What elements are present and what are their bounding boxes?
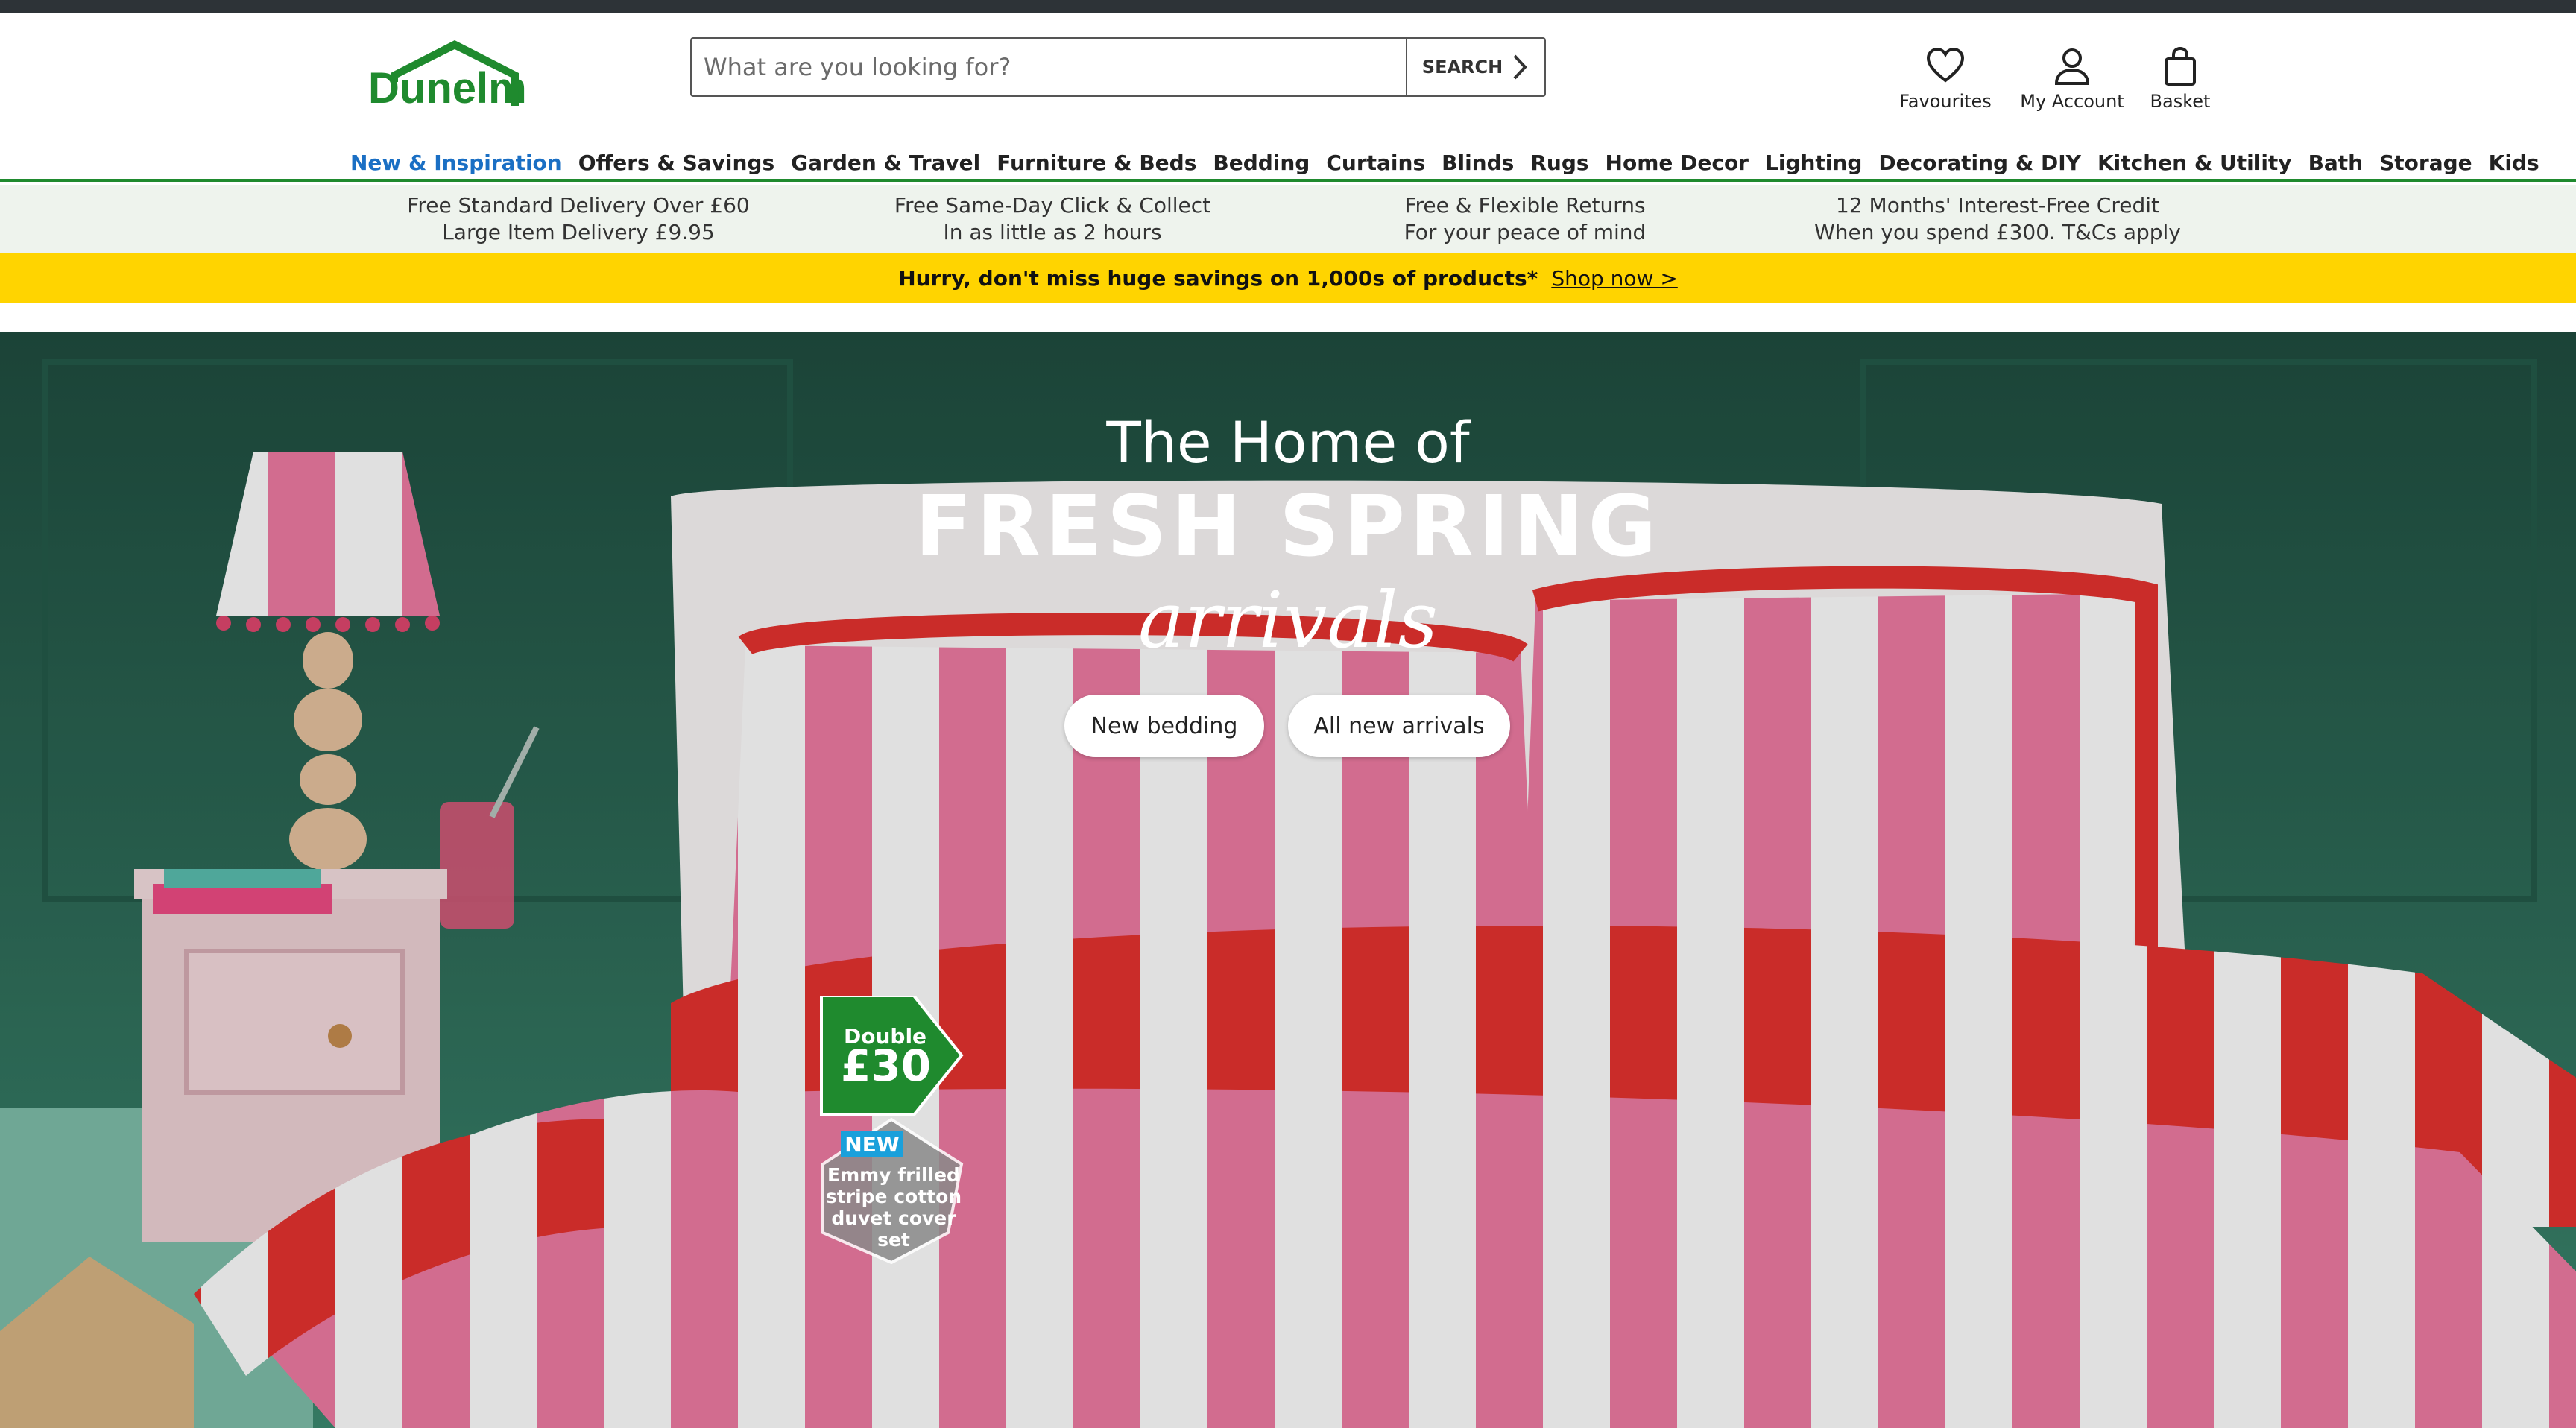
usp-returns-line1: Free & Flexible Returns: [1404, 193, 1646, 218]
usp-returns[interactable]: Free & Flexible Returns For your peace o…: [1287, 192, 1764, 246]
usp-delivery[interactable]: Free Standard Delivery Over £60 Large It…: [340, 192, 817, 246]
user-icon: [2054, 48, 2090, 85]
nav-item-new-inspiration[interactable]: New & Inspiration: [350, 151, 562, 175]
promo-text: Hurry, don't miss huge savings on 1,000s…: [898, 265, 1538, 291]
product-badge[interactable]: Double £30 NEW Emmy frilled stripe cotto…: [817, 996, 973, 1264]
nav-item-home-decor[interactable]: Home Decor: [1606, 151, 1749, 175]
nav-item-decorating-diy[interactable]: Decorating & DIY: [1878, 151, 2081, 175]
account-label: My Account: [2020, 91, 2124, 112]
basket-link[interactable]: Basket: [2139, 46, 2221, 112]
usp-returns-line2: For your peace of mind: [1404, 220, 1647, 244]
badge-price-tag: Double £30: [817, 996, 966, 1122]
hero-line-2: FRESH SPRING: [915, 478, 1661, 575]
search-bar: SEARCH: [690, 37, 1546, 97]
all-new-arrivals-button[interactable]: All new arrivals: [1288, 695, 1510, 757]
nav-item-kids[interactable]: Kids: [2489, 151, 2539, 175]
basket-label: Basket: [2150, 91, 2211, 112]
nav-item-bath[interactable]: Bath: [2308, 151, 2364, 175]
search-button-label: SEARCH: [1421, 57, 1503, 78]
usp-credit[interactable]: 12 Months' Interest-Free Credit When you…: [1759, 192, 2236, 246]
nav-item-lighting[interactable]: Lighting: [1765, 151, 1862, 175]
logo-text: Dunelm: [368, 64, 527, 112]
usp-click-collect-line2: In as little as 2 hours: [943, 220, 1162, 244]
nav-item-curtains[interactable]: Curtains: [1326, 151, 1425, 175]
hero-line-1: The Home of: [1106, 409, 1470, 476]
nav-item-kitchen-utility[interactable]: Kitchen & Utility: [2097, 151, 2292, 175]
badge-price: £30: [841, 1040, 932, 1091]
badge-description: Emmy frilled stripe cotton duvet cover s…: [825, 1164, 962, 1251]
main-nav: New & Inspiration Offers & Savings Garde…: [350, 133, 2539, 192]
nav-item-offers-savings[interactable]: Offers & Savings: [578, 151, 774, 175]
nav-item-garden-travel[interactable]: Garden & Travel: [791, 151, 980, 175]
usp-click-collect-line1: Free Same-Day Click & Collect: [894, 193, 1211, 218]
new-tag: NEW: [841, 1131, 903, 1157]
nav-item-bedding[interactable]: Bedding: [1213, 151, 1310, 175]
dunelm-logo[interactable]: Dunelm: [365, 37, 531, 112]
usp-credit-line1: 12 Months' Interest-Free Credit: [1836, 193, 2159, 218]
usp-delivery-line1: Free Standard Delivery Over £60: [407, 193, 750, 218]
search-input[interactable]: [692, 39, 1406, 95]
new-bedding-button[interactable]: New bedding: [1064, 695, 1264, 757]
favourites-link[interactable]: Favourites: [1893, 46, 1998, 112]
heart-icon: [1926, 47, 1965, 83]
usp-click-collect[interactable]: Free Same-Day Click & Collect In as litt…: [814, 192, 1291, 246]
basket-icon: [2165, 46, 2196, 86]
favourites-label: Favourites: [1899, 91, 1992, 112]
nav-item-furniture-beds[interactable]: Furniture & Beds: [997, 151, 1196, 175]
nav-item-blinds[interactable]: Blinds: [1442, 151, 1514, 175]
account-link[interactable]: My Account: [2012, 46, 2132, 112]
promo-banner: Hurry, don't miss huge savings on 1,000s…: [0, 253, 2576, 303]
promo-shop-now-link[interactable]: Shop now >: [1551, 266, 1677, 291]
top-bar: [0, 0, 2576, 13]
hero-line-3: arrivals: [1137, 575, 1439, 666]
hero-headline: The Home of FRESH SPRING arrivals: [841, 407, 1735, 665]
site-header: Dunelm SEARCH Favourites My Account Bask…: [0, 13, 2576, 182]
usp-delivery-line2: Large Item Delivery £9.95: [442, 220, 715, 244]
usp-bar: Free Standard Delivery Over £60 Large It…: [0, 185, 2576, 253]
nav-item-storage[interactable]: Storage: [2379, 151, 2472, 175]
search-button[interactable]: SEARCH: [1406, 39, 1544, 95]
usp-credit-line2: When you spend £300. T&Cs apply: [1814, 220, 2181, 244]
chevron-right-icon: [1513, 54, 1527, 80]
hero-banner[interactable]: The Home of FRESH SPRING arrivals New be…: [0, 332, 2576, 1428]
nav-item-rugs[interactable]: Rugs: [1530, 151, 1588, 175]
